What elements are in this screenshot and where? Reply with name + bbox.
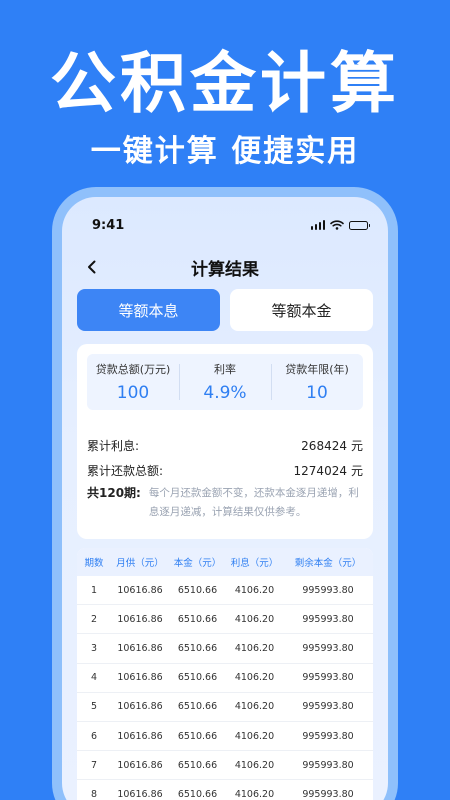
metric-interest-rate: 利率 4.9% — [179, 354, 271, 410]
cell-period: 3 — [90, 642, 98, 654]
loan-metrics: 贷款总额(万元) 100 利率 4.9% 贷款年限(年) 10 — [87, 354, 363, 410]
cell-monthly-payment: 10616.86 — [117, 584, 163, 596]
table-row: 1 10616.86 6510.66 4106.20 995993.80 — [77, 576, 373, 606]
metric-value: 4.9% — [203, 383, 247, 403]
phone-frame: 9:41 计算结果 等额本息 等额本金 贷款总额(万元) 100 利率 4.9%… — [52, 187, 398, 800]
cell-interest: 4106.20 — [234, 642, 275, 654]
cell-monthly-payment: 10616.86 — [117, 788, 163, 800]
cell-period: 4 — [90, 672, 98, 684]
chevron-left-icon — [88, 260, 96, 274]
cell-remaining-principal: 995993.80 — [302, 672, 354, 684]
total-interest-value: 268424 — [301, 439, 347, 453]
cell-principal: 6510.66 — [177, 730, 218, 742]
cell-remaining-principal: 995993.80 — [302, 642, 354, 654]
table-row: 5 10616.86 6510.66 4106.20 995993.80 — [77, 693, 373, 722]
total-interest-label: 累计利息: — [87, 439, 140, 453]
back-button[interactable] — [82, 257, 102, 277]
cell-remaining-principal: 995993.80 — [302, 730, 354, 742]
column-header: 期数 — [84, 558, 104, 569]
cellular-signal-icon — [310, 220, 325, 230]
total-repayment-value: 1274024 — [293, 464, 347, 478]
metric-value: 10 — [306, 383, 328, 403]
cell-interest: 4106.20 — [234, 584, 275, 596]
total-repayment-label: 累计还款总额: — [87, 464, 164, 478]
cell-principal: 6510.66 — [177, 759, 218, 771]
summary-card: 贷款总额(万元) 100 利率 4.9% 贷款年限(年) 10 累计利息: 26… — [77, 344, 373, 539]
table-body: 1 10616.86 6510.66 4106.20 995993.80 2 1… — [77, 576, 373, 800]
status-icons — [310, 220, 370, 230]
cell-interest: 4106.20 — [234, 672, 275, 684]
cell-monthly-payment: 10616.86 — [117, 613, 163, 625]
table-row: 2 10616.86 6510.66 4106.20 995993.80 — [77, 605, 373, 635]
periods-note-row: 共120期: 每个月还款金额不变，还款本金逐月递增，利息逐月递减，计算结果仅供参… — [87, 484, 363, 522]
metric-label: 贷款总额(万元) — [95, 363, 171, 376]
cell-monthly-payment: 10616.86 — [117, 672, 163, 684]
table-row: 8 10616.86 6510.66 4106.20 995993.80 — [77, 780, 373, 800]
table-row: 4 10616.86 6510.66 4106.20 995993.80 — [77, 664, 373, 693]
battery-icon — [349, 220, 370, 230]
table-row: 7 10616.86 6510.66 4106.20 995993.80 — [77, 751, 373, 781]
cell-remaining-principal: 995993.80 — [302, 584, 354, 596]
cell-period: 5 — [90, 701, 98, 713]
cell-interest: 4106.20 — [234, 759, 275, 771]
tab-equal-principal[interactable]: 等额本金 — [230, 289, 373, 331]
cell-period: 7 — [90, 759, 98, 771]
hero-subtitle: 一键计算 便捷实用 — [90, 134, 360, 169]
table-header: 期数 月供（元） 本金（元） 利息（元） 剩余本金（元） — [77, 548, 373, 576]
cell-monthly-payment: 10616.86 — [117, 759, 163, 771]
cell-interest: 4106.20 — [234, 730, 275, 742]
table-row: 6 10616.86 6510.66 4106.20 995993.80 — [77, 722, 373, 752]
cell-monthly-payment: 10616.86 — [117, 642, 163, 654]
metric-label: 利率 — [214, 363, 236, 376]
periods-note: 每个月还款金额不变，还款本金逐月递增，利息逐月递减，计算结果仅供参考。 — [148, 487, 359, 518]
column-header: 剩余本金（元） — [294, 558, 362, 569]
total-repayment-amount: 1274024 元 — [294, 462, 363, 479]
cell-monthly-payment: 10616.86 — [117, 701, 163, 713]
tab-equal-installment[interactable]: 等额本息 — [77, 289, 220, 331]
currency-unit: 元 — [350, 464, 363, 478]
total-repayment-row: 累计还款总额: 1274024 元 — [87, 462, 363, 479]
cell-interest: 4106.20 — [234, 701, 275, 713]
metric-loan-amount: 贷款总额(万元) 100 — [87, 354, 179, 410]
cell-principal: 6510.66 — [177, 584, 218, 596]
metric-label: 贷款年限(年) — [285, 363, 349, 376]
repayment-method-tabs: 等额本息 等额本金 — [77, 289, 373, 331]
metric-loan-term: 贷款年限(年) 10 — [271, 354, 363, 410]
column-header: 利息（元） — [230, 558, 279, 569]
cell-remaining-principal: 995993.80 — [302, 701, 354, 713]
phone-screen: 9:41 计算结果 等额本息 等额本金 贷款总额(万元) 100 利率 4.9%… — [62, 197, 388, 800]
column-header: 月供（元） — [116, 558, 164, 569]
status-time: 9:41 — [92, 217, 125, 233]
cell-period: 1 — [90, 584, 98, 596]
wifi-icon — [330, 220, 344, 230]
cell-remaining-principal: 995993.80 — [302, 788, 354, 800]
status-bar: 9:41 — [62, 197, 388, 243]
table-row: 3 10616.86 6510.66 4106.20 995993.80 — [77, 634, 373, 664]
nav-bar: 计算结果 — [62, 249, 388, 285]
cell-monthly-payment: 10616.86 — [117, 730, 163, 742]
cell-interest: 4106.20 — [234, 613, 275, 625]
cell-principal: 6510.66 — [177, 642, 218, 654]
total-interest-row: 累计利息: 268424 元 — [87, 437, 363, 454]
metric-value: 100 — [116, 383, 150, 403]
cell-interest: 4106.20 — [234, 788, 275, 800]
cell-period: 6 — [90, 730, 98, 742]
cell-period: 8 — [90, 788, 98, 800]
cell-principal: 6510.66 — [177, 672, 218, 684]
currency-unit: 元 — [350, 439, 363, 453]
hero-title: 公积金计算 — [50, 45, 400, 122]
column-header: 本金（元） — [173, 558, 222, 569]
cell-remaining-principal: 995993.80 — [302, 613, 354, 625]
cell-principal: 6510.66 — [177, 788, 218, 800]
cell-principal: 6510.66 — [177, 701, 218, 713]
periods-label: 共120期: — [87, 486, 141, 500]
cell-principal: 6510.66 — [177, 613, 218, 625]
cell-remaining-principal: 995993.80 — [302, 759, 354, 771]
cell-period: 2 — [90, 613, 98, 625]
repayment-schedule-table: 期数 月供（元） 本金（元） 利息（元） 剩余本金（元） 1 10616.86 … — [77, 548, 373, 800]
page-title: 计算结果 — [191, 259, 259, 280]
total-interest-amount: 268424 元 — [301, 437, 363, 454]
